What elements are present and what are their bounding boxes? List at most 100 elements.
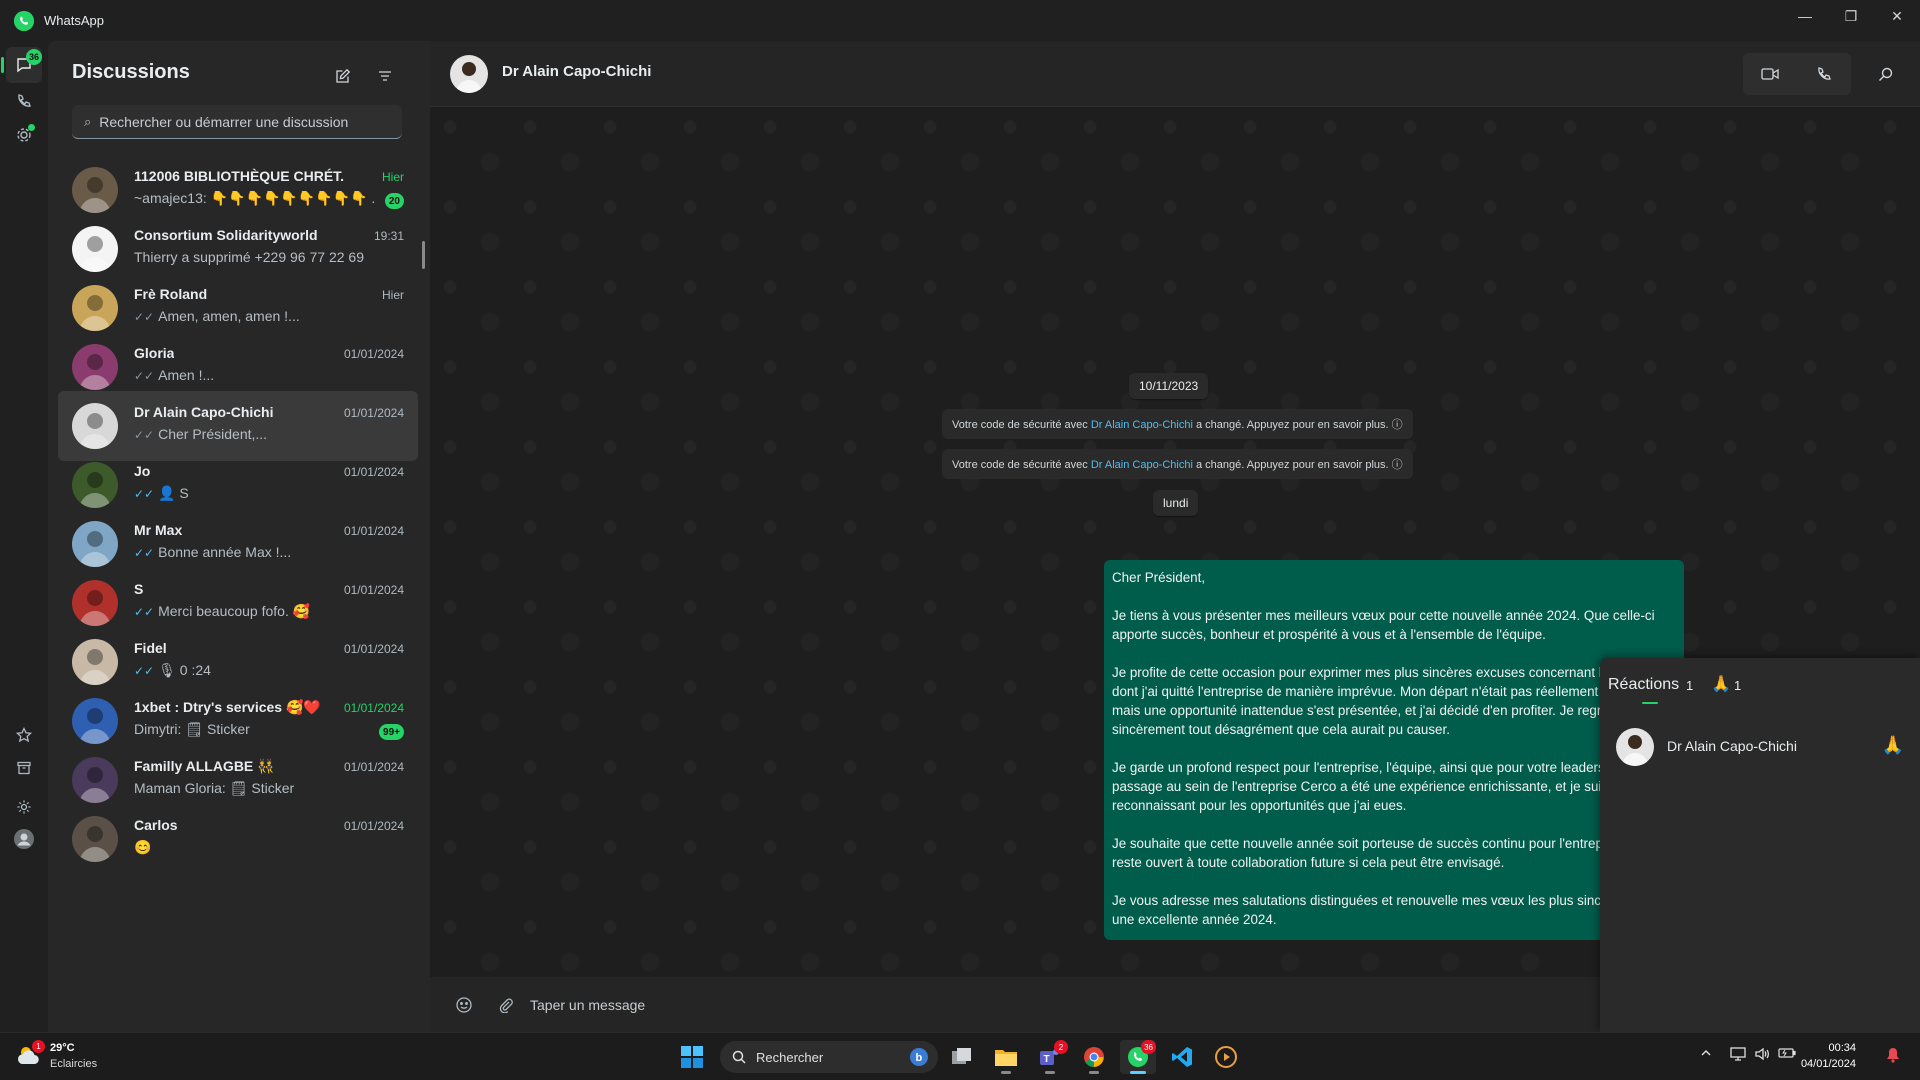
- minimize-button[interactable]: —: [1782, 0, 1828, 32]
- reaction-emoji-tab[interactable]: 🙏: [1711, 674, 1731, 694]
- security-code-notice[interactable]: Votre code de sécurité avec Dr Alain Cap…: [942, 409, 1413, 439]
- system-clock[interactable]: 00:34 04/01/2024: [1776, 1040, 1856, 1072]
- unread-badge: 99+: [379, 724, 404, 740]
- emoji-button[interactable]: [448, 989, 480, 1021]
- play-icon: [1215, 1046, 1237, 1068]
- bell-icon: [1887, 1048, 1899, 1063]
- message-paragraph: Cher Président,: [1112, 570, 1206, 585]
- search-icon: ⌕: [84, 113, 92, 129]
- scrollbar-thumb[interactable]: [422, 241, 425, 269]
- chat-name: 112006 BIBLIOTHÈQUE CHRÉT.: [134, 168, 345, 184]
- double-check-icon: ✓✓: [134, 546, 155, 560]
- conversation-search-button[interactable]: [1864, 53, 1906, 95]
- chat-avatar: [72, 816, 118, 862]
- chrome-icon: [1084, 1047, 1104, 1068]
- contact-avatar[interactable]: [450, 55, 488, 93]
- chrome-button[interactable]: [1076, 1040, 1112, 1074]
- conversation-header[interactable]: Dr Alain Capo-Chichi: [430, 41, 1920, 107]
- chat-avatar: [72, 698, 118, 744]
- start-button[interactable]: [674, 1040, 710, 1074]
- chat-preview-text: ~amajec13: 👇👇👇👇👇👇👇👇👇 ...: [134, 190, 374, 206]
- bing-icon: b: [910, 1048, 928, 1066]
- filter-button[interactable]: [370, 61, 400, 91]
- chevron-up-icon: [1701, 1050, 1711, 1056]
- chat-preview-text: Amen !...: [158, 367, 215, 383]
- reaction-emoji-count: 1: [1734, 678, 1742, 693]
- network-icon: [1730, 1047, 1746, 1061]
- profile-nav-button[interactable]: [6, 821, 42, 857]
- volume-button[interactable]: [1754, 1047, 1770, 1064]
- show-hidden-icons-button[interactable]: [1700, 1047, 1712, 1062]
- gear-icon: [17, 800, 31, 814]
- message-input[interactable]: [530, 989, 1530, 1021]
- chat-name: Dr Alain Capo-Chichi: [134, 404, 274, 420]
- starred-nav-button[interactable]: [6, 717, 42, 753]
- app-title: WhatsApp: [44, 13, 104, 28]
- svg-text:T: T: [1044, 1054, 1050, 1065]
- whatsapp-logo-icon: [14, 10, 34, 31]
- discussions-title: Discussions: [72, 61, 190, 83]
- chat-preview-text: Cher Président,...: [158, 426, 268, 442]
- notice-contact-link[interactable]: Dr Alain Capo-Chichi: [1091, 419, 1193, 431]
- notice-text: Votre code de sécurité avec: [952, 459, 1091, 471]
- chat-avatar: [72, 226, 118, 272]
- clock-time: 00:34: [1828, 1042, 1856, 1054]
- calls-nav-button[interactable]: [6, 83, 42, 119]
- video-call-button[interactable]: [1743, 53, 1797, 95]
- chat-avatar: [72, 580, 118, 626]
- message-paragraph: Je tiens à vous présenter mes meilleurs …: [1112, 608, 1655, 642]
- reactions-all-tab[interactable]: 1: [1686, 678, 1693, 693]
- teams-button[interactable]: T 2: [1032, 1040, 1068, 1074]
- media-player-button[interactable]: [1208, 1040, 1244, 1074]
- chat-preview: ✓✓ Amen, amen, amen !...: [134, 308, 300, 324]
- outgoing-message[interactable]: Cher Président, Je tiens à vous présente…: [1104, 560, 1684, 940]
- search-box[interactable]: ⌕: [72, 105, 402, 139]
- chat-preview: Maman Gloria: 🗒 Sticker: [134, 780, 294, 797]
- file-explorer-button[interactable]: [988, 1040, 1024, 1074]
- chats-nav-button[interactable]: 36: [1, 47, 42, 83]
- running-indicator: [1089, 1071, 1099, 1074]
- whatsapp-taskbar-button[interactable]: 36: [1120, 1040, 1156, 1074]
- close-button[interactable]: ✕: [1874, 0, 1920, 32]
- taskbar-search[interactable]: Rechercher b: [720, 1041, 938, 1073]
- chat-time: 01/01/2024: [343, 406, 404, 420]
- status-nav-button[interactable]: [6, 117, 42, 153]
- search-input[interactable]: [99, 113, 380, 130]
- new-chat-button[interactable]: [328, 61, 358, 91]
- notifications-button[interactable]: [1886, 1047, 1900, 1066]
- attach-button[interactable]: [490, 989, 522, 1021]
- chat-preview: Dimytri: 🗒 Sticker: [134, 721, 250, 738]
- chat-name: Familly ALLAGBE 👯: [134, 758, 275, 774]
- paperclip-icon: [499, 998, 513, 1013]
- chat-time: 01/01/2024: [343, 347, 404, 361]
- weather-temperature: 29°C: [50, 1042, 75, 1054]
- task-view-button[interactable]: [944, 1040, 980, 1074]
- security-code-notice[interactable]: Votre code de sécurité avec Dr Alain Cap…: [942, 449, 1413, 479]
- chat-name: Frè Roland: [134, 286, 208, 302]
- unread-badge: 20: [384, 193, 404, 209]
- chat-avatar: [72, 285, 118, 331]
- teams-badge: 2: [1054, 1040, 1068, 1054]
- windows-taskbar: 1 29°C Eclaircies Rechercher b T 2 36 00…: [0, 1032, 1920, 1080]
- message-paragraph: Je profite de cette occasion pour exprim…: [1112, 665, 1662, 737]
- vscode-button[interactable]: [1164, 1040, 1200, 1074]
- chat-avatar: [72, 344, 118, 390]
- notice-contact-link[interactable]: Dr Alain Capo-Chichi: [1091, 459, 1193, 471]
- chat-name: Carlos: [134, 817, 178, 833]
- chat-avatar: [72, 639, 118, 685]
- call-buttons: [1743, 53, 1851, 95]
- settings-nav-button[interactable]: [6, 789, 42, 825]
- network-button[interactable]: [1730, 1047, 1746, 1064]
- archive-nav-button[interactable]: [6, 750, 42, 786]
- chat-preview-text: 🎙 0 :24: [158, 662, 211, 678]
- archive-icon: [17, 761, 31, 775]
- voice-call-button[interactable]: [1797, 53, 1851, 95]
- chat-list-item[interactable]: Carlos 01/01/2024 😊: [58, 804, 418, 874]
- video-camera-icon: [1761, 68, 1779, 80]
- running-indicator: [1045, 1071, 1055, 1074]
- status-new-dot: [28, 124, 35, 131]
- task-view-icon: [952, 1048, 971, 1064]
- whatsapp-badge: 36: [1141, 1040, 1156, 1054]
- maximize-button[interactable]: ❐: [1828, 0, 1874, 32]
- taskbar-search-label: Rechercher: [756, 1049, 824, 1065]
